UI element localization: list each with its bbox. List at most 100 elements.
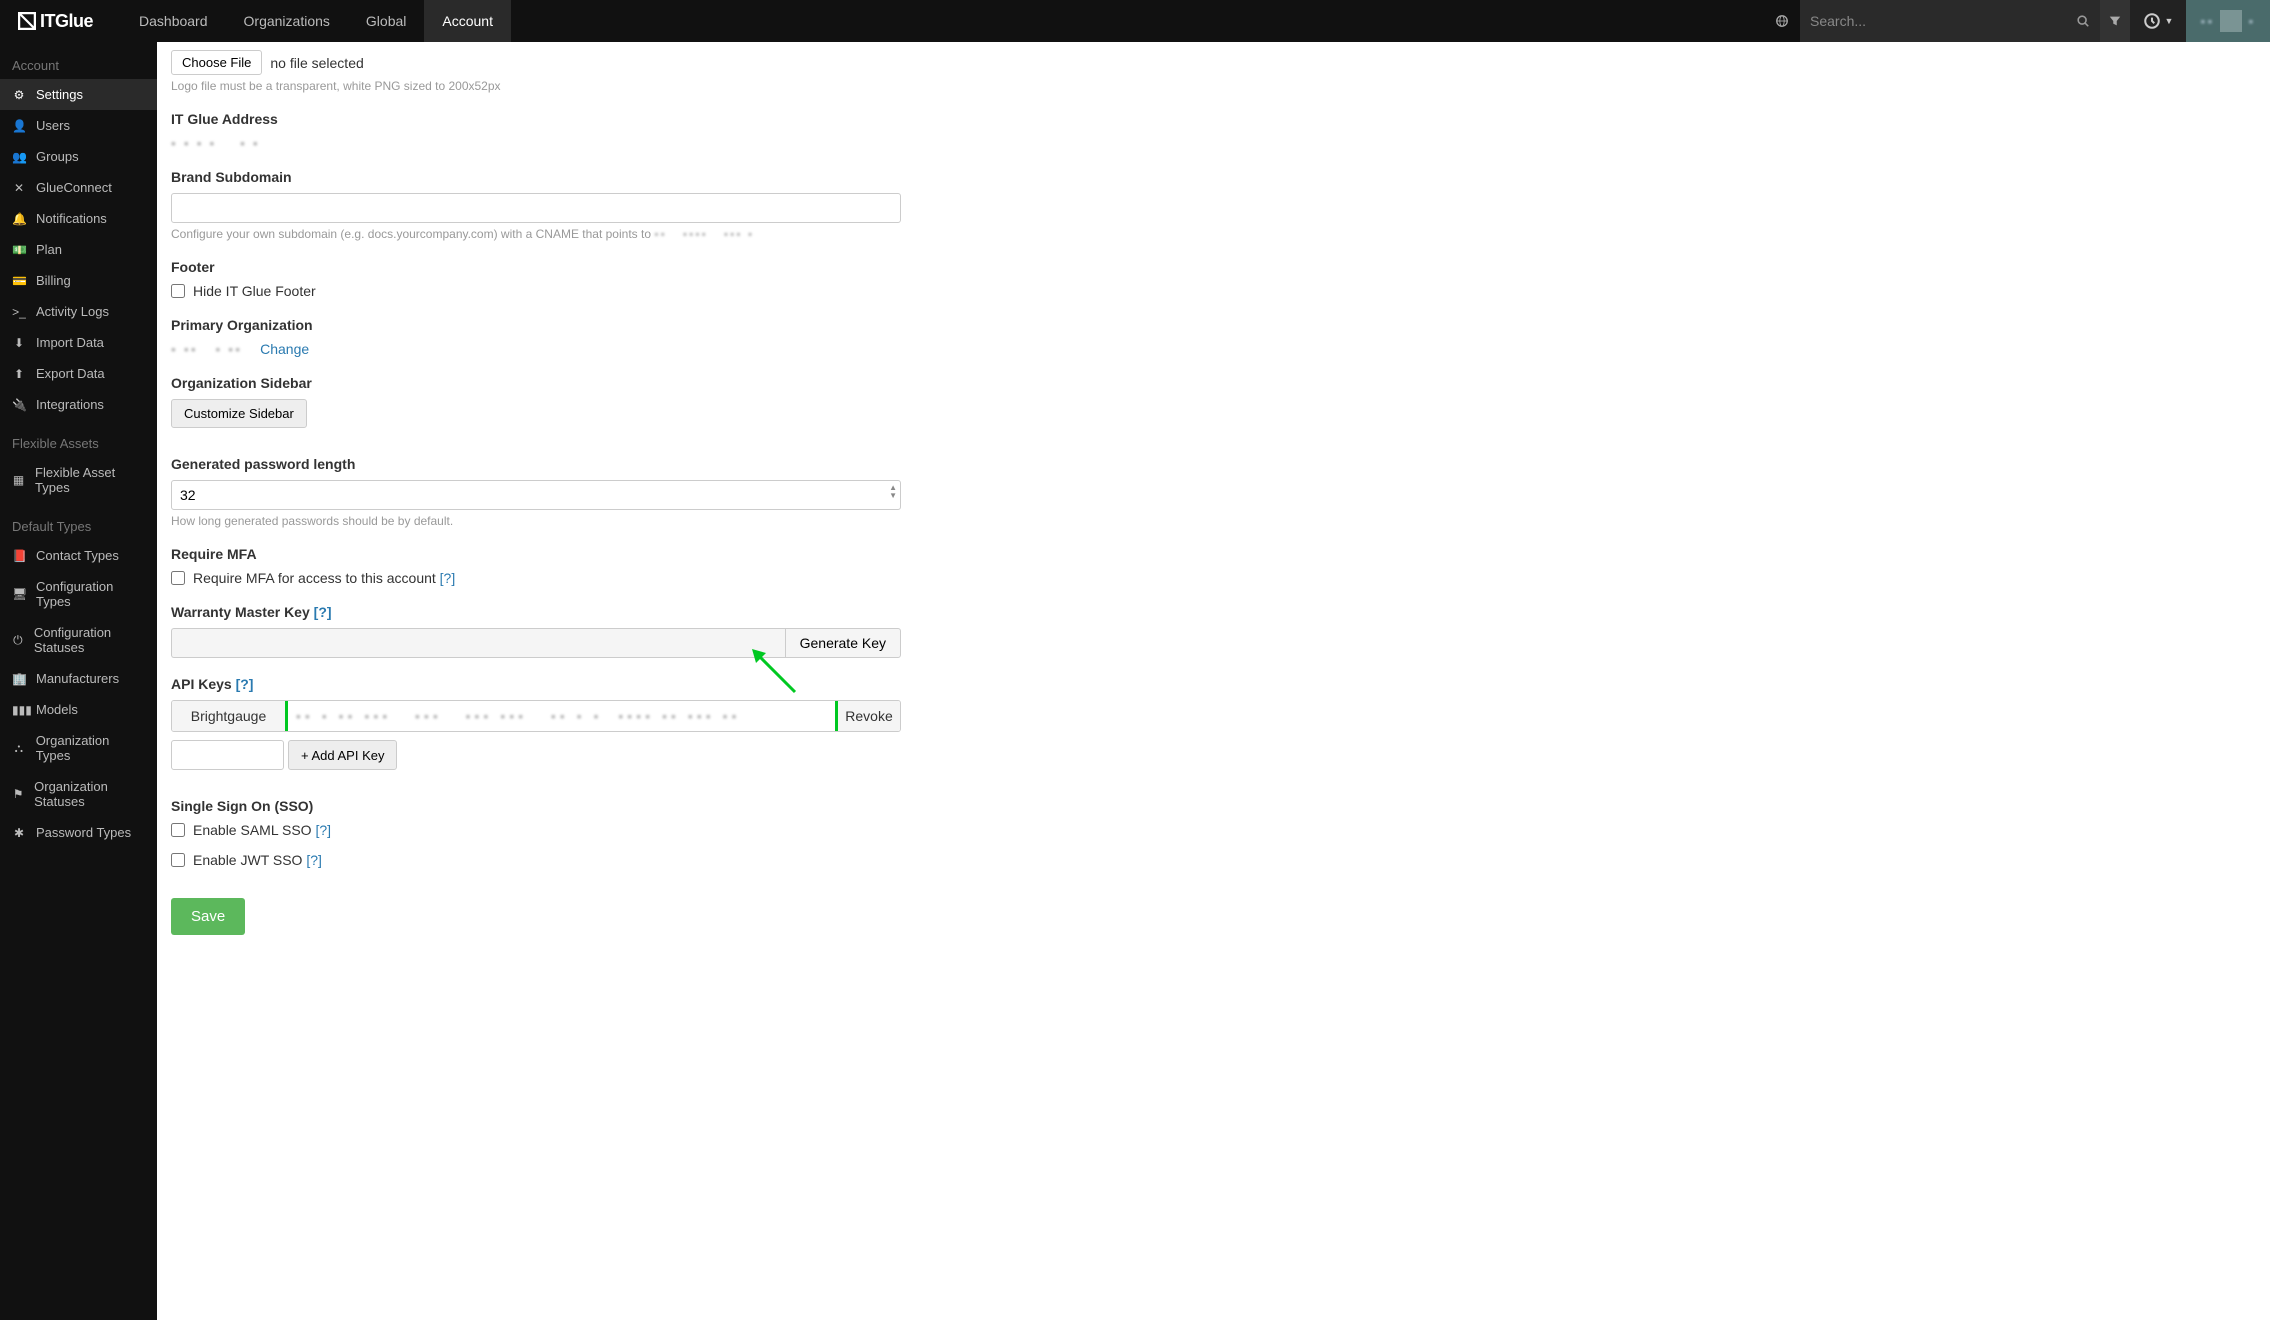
sidebar-item-models[interactable]: ▮▮▮ Models	[0, 694, 157, 725]
label-itglue-address: IT Glue Address	[171, 111, 1057, 127]
avatar	[2220, 10, 2242, 32]
connect-icon: ✕	[12, 181, 26, 195]
sidebar-label: Users	[36, 118, 70, 133]
sidebar-item-glueconnect[interactable]: ✕ GlueConnect	[0, 172, 157, 203]
sidebar-item-org-statuses[interactable]: ⚑ Organization Statuses	[0, 771, 157, 817]
subdomain-help: Configure your own subdomain (e.g. docs.…	[171, 227, 1057, 241]
nav-global[interactable]: Global	[348, 0, 424, 42]
search-input[interactable]	[1800, 0, 2066, 42]
sidebar-item-integrations[interactable]: 🔌Integrations	[0, 389, 157, 420]
sidebar-item-import-data[interactable]: ⬇ Import Data	[0, 327, 157, 358]
sidebar-header-account: Account	[0, 52, 157, 79]
require-mfa-row[interactable]: Require MFA for access to this account […	[171, 570, 1057, 586]
label-require-mfa: Require MFA	[171, 546, 1057, 562]
file-status: no file selected	[270, 55, 363, 71]
history-button[interactable]: ▼	[2130, 0, 2186, 42]
add-api-key-button[interactable]: + Add API Key	[288, 740, 397, 770]
revoke-button[interactable]: Revoke	[837, 701, 900, 731]
pw-length-input[interactable]	[171, 480, 901, 510]
sidebar-item-billing[interactable]: 💳Billing	[0, 265, 157, 296]
sidebar-label: Configuration Types	[36, 579, 145, 609]
sidebar-label: Organization Statuses	[34, 779, 145, 809]
sidebar-label: Settings	[36, 87, 83, 102]
choose-file-button[interactable]: Choose File	[171, 50, 262, 75]
sidebar-label: Flexible Asset Types	[35, 465, 145, 495]
sidebar-header-flexible: Flexible Assets	[0, 430, 157, 457]
brand-logo[interactable]: ITGlue	[0, 0, 111, 42]
filter-button[interactable]	[2100, 0, 2130, 42]
sidebar-label: Integrations	[36, 397, 104, 412]
topbar: ITGlue Dashboard Organizations Global Ac…	[0, 0, 2270, 42]
warranty-key-input[interactable]	[171, 628, 785, 658]
book-icon: 📕	[12, 549, 26, 563]
label-brand-subdomain: Brand Subdomain	[171, 169, 1057, 185]
barcode-icon: ▮▮▮	[12, 703, 26, 717]
jwt-help-link[interactable]: [?]	[306, 852, 322, 868]
change-link[interactable]: Change	[260, 341, 309, 357]
chevron-down-icon: ▼	[2165, 16, 2174, 26]
label-sso: Single Sign On (SSO)	[171, 798, 1057, 814]
sidebar-item-plan[interactable]: 💵Plan	[0, 234, 157, 265]
download-icon: ⬇	[12, 336, 26, 350]
brand-subdomain-input[interactable]	[171, 193, 901, 223]
nav-account[interactable]: Account	[424, 0, 511, 42]
api-help-link[interactable]: [?]	[236, 676, 254, 692]
sidebar-item-export-data[interactable]: ⬆Export Data	[0, 358, 157, 389]
saml-help-link[interactable]: [?]	[315, 822, 331, 838]
enable-jwt-row[interactable]: Enable JWT SSO [?]	[171, 852, 1057, 868]
hide-footer-checkbox[interactable]	[171, 284, 185, 298]
sidebar-item-config-statuses[interactable]: ⏻Configuration Statuses	[0, 617, 157, 663]
clock-icon	[2143, 12, 2161, 30]
require-mfa-checkbox[interactable]	[171, 571, 185, 585]
sidebar: Account ⚙ Settings 👤Users 👥Groups ✕ GlueCo…	[0, 42, 157, 1320]
sitemap-icon: ⛬	[12, 741, 26, 756]
primary-org-row: ▪ ▪▪ ▪ ▪▪ Change	[171, 341, 1057, 357]
generate-key-button[interactable]: Generate Key	[785, 628, 901, 658]
enable-jwt-text: Enable JWT SSO [?]	[193, 852, 322, 868]
terminal-icon: >_	[12, 305, 26, 319]
card-icon: 💳	[12, 274, 26, 288]
save-button[interactable]: Save	[171, 898, 245, 935]
sidebar-item-flex-types[interactable]: ▦Flexible Asset Types	[0, 457, 157, 503]
sidebar-item-groups[interactable]: 👥Groups	[0, 141, 157, 172]
enable-saml-checkbox[interactable]	[171, 823, 185, 837]
main-content: Choose File no file selected Logo file m…	[157, 42, 1057, 1320]
api-key-name-input[interactable]	[171, 740, 284, 770]
sidebar-label: Import Data	[36, 335, 104, 350]
search-button[interactable]	[2066, 14, 2100, 28]
sidebar-label: Plan	[36, 242, 62, 257]
sidebar-label: GlueConnect	[36, 180, 112, 195]
nav-organizations[interactable]: Organizations	[226, 0, 348, 42]
sidebar-header-default: Default Types	[0, 513, 157, 540]
enable-jwt-checkbox[interactable]	[171, 853, 185, 867]
sidebar-label: Activity Logs	[36, 304, 109, 319]
sidebar-item-org-types[interactable]: ⛬Organization Types	[0, 725, 157, 771]
hide-footer-row[interactable]: Hide IT Glue Footer	[171, 283, 1057, 299]
warranty-help-link[interactable]: [?]	[314, 604, 332, 620]
label-pw-length: Generated password length	[171, 456, 1057, 472]
nav-dashboard[interactable]: Dashboard	[121, 0, 226, 42]
sidebar-item-manufacturers[interactable]: 🏢Manufacturers	[0, 663, 157, 694]
sidebar-item-users[interactable]: 👤Users	[0, 110, 157, 141]
itglue-address-value: ▪ ▪ ▪ ▪ ▪ ▪	[171, 135, 1057, 151]
globe-button[interactable]	[1764, 0, 1800, 42]
enable-saml-row[interactable]: Enable SAML SSO [?]	[171, 822, 1057, 838]
stepper-icon[interactable]: ▲▼	[889, 484, 897, 500]
sidebar-label: Models	[36, 702, 78, 717]
primary-org-value: ▪ ▪▪ ▪ ▪▪	[171, 341, 242, 357]
sidebar-item-password-types[interactable]: ✱Password Types	[0, 817, 157, 848]
sidebar-item-settings[interactable]: ⚙ Settings	[0, 79, 157, 110]
search-icon	[2076, 14, 2090, 28]
user-menu[interactable]: ▪▪ ▪	[2186, 0, 2270, 42]
mfa-help-link[interactable]: [?]	[440, 570, 456, 586]
customize-sidebar-button[interactable]: Customize Sidebar	[171, 399, 307, 428]
sidebar-item-config-types[interactable]: 🖥Configuration Types	[0, 571, 157, 617]
sidebar-item-notifications[interactable]: 🔔Notifications	[0, 203, 157, 234]
flag-icon: ⚑	[12, 787, 24, 801]
sidebar-item-activity-logs[interactable]: >_ Activity Logs	[0, 296, 157, 327]
sidebar-item-contact-types[interactable]: 📕Contact Types	[0, 540, 157, 571]
search-box	[1800, 0, 2100, 42]
gear-icon: ⚙	[12, 88, 26, 102]
api-key-value[interactable]: ▪▪ ▪ ▪▪ ▪▪▪ ▪▪▪ ▪▪▪ ▪▪▪ ▪▪ ▪ ▪ ▪▪▪▪ ▪▪ ▪…	[286, 701, 837, 731]
label-footer: Footer	[171, 259, 1057, 275]
